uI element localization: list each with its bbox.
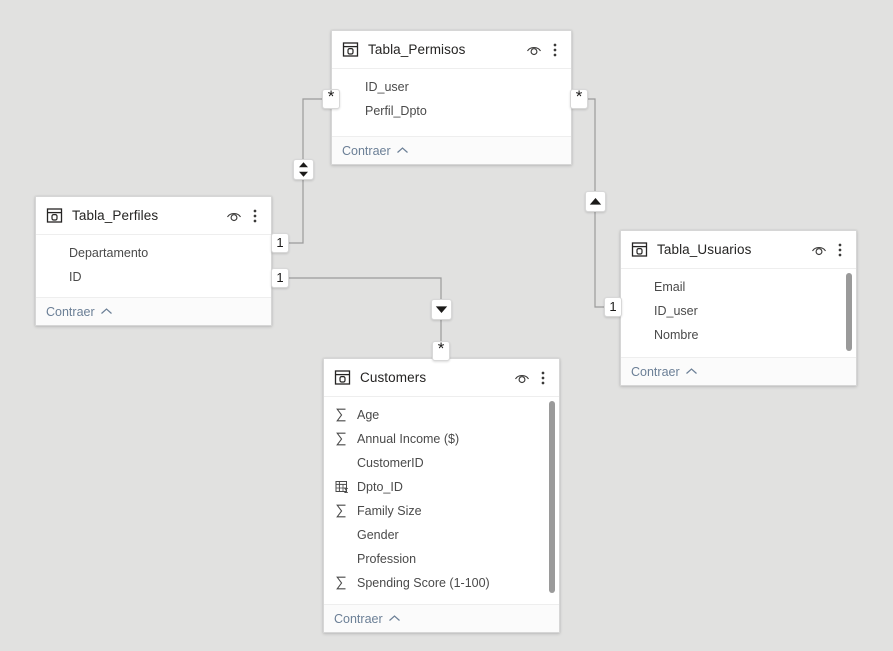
collapse-label: Contraer — [334, 611, 383, 626]
cardinality-badge-many[interactable]: * — [322, 88, 340, 109]
chevron-up-icon — [396, 146, 409, 155]
cardinality-badge-one[interactable]: 1 — [271, 268, 289, 288]
table-card-footer[interactable]: Contraer — [621, 357, 856, 385]
field-label: Annual Income ($) — [357, 432, 460, 446]
sigma-icon — [334, 408, 349, 423]
field-row[interactable]: Age — [324, 403, 559, 427]
cardinality-badge-one[interactable]: 1 — [604, 297, 622, 317]
eye-icon[interactable] — [223, 205, 245, 227]
field-list[interactable]: Departamento ID — [36, 235, 271, 297]
chevron-up-icon — [100, 307, 113, 316]
field-list[interactable]: ID_user Perfil_Dpto — [332, 69, 571, 136]
collapse-label: Contraer — [631, 364, 680, 379]
eye-icon[interactable] — [511, 367, 533, 389]
field-label: CustomerID — [357, 456, 424, 470]
table-card-footer[interactable]: Contraer — [324, 604, 559, 632]
both-directions-icon — [299, 162, 308, 177]
field-list-scrollbar[interactable] — [549, 401, 555, 593]
field-row[interactable]: CustomerID — [324, 451, 559, 475]
field-label: Perfil_Dpto — [365, 104, 427, 118]
arrow-down-icon — [435, 306, 448, 313]
field-list[interactable]: Email ID_user Nombre — [621, 269, 856, 357]
field-label: Spending Score (1-100) — [357, 576, 490, 590]
eye-icon[interactable] — [523, 39, 545, 61]
more-options-icon[interactable] — [547, 39, 563, 61]
table-card-title: Tabla_Perfiles — [72, 208, 159, 223]
field-row[interactable]: Perfil_Dpto — [332, 99, 571, 123]
sigma-icon — [334, 504, 349, 519]
field-row[interactable]: Departamento — [36, 241, 271, 265]
field-label: Profession — [357, 552, 417, 566]
table-icon — [46, 207, 63, 224]
field-row[interactable]: ID — [36, 265, 271, 289]
cross-filter-arrow-down-icon[interactable] — [431, 299, 452, 320]
table-card-tabla-usuarios[interactable]: Tabla_Usuarios Email ID_user Nombre Cont… — [620, 230, 857, 386]
collapse-button[interactable]: Contraer — [342, 144, 409, 158]
field-label: Dpto_ID — [357, 480, 403, 494]
field-list-scrollbar[interactable] — [846, 273, 852, 351]
table-card-title: Tabla_Permisos — [368, 42, 466, 57]
field-row[interactable]: ID_user — [621, 299, 856, 323]
table-card-tabla-perfiles[interactable]: Tabla_Perfiles Departamento ID Contraer — [35, 196, 272, 326]
table-card-customers[interactable]: Customers Age Annual Income ($) Customer… — [323, 358, 560, 633]
more-options-icon[interactable] — [832, 239, 848, 261]
field-label: Family Size — [357, 504, 422, 518]
table-card-header[interactable]: Customers — [324, 359, 559, 397]
field-row[interactable]: ID_user — [332, 75, 571, 99]
table-card-footer[interactable]: Contraer — [332, 136, 571, 164]
model-diagram-canvas[interactable]: Tabla_Permisos ID_user Perfil_Dpto Contr… — [0, 0, 893, 651]
sigma-icon — [334, 432, 349, 447]
table-card-title: Tabla_Usuarios — [657, 242, 752, 257]
table-icon — [342, 41, 359, 58]
chevron-up-icon — [388, 614, 401, 623]
field-row[interactable]: Family Size — [324, 499, 559, 523]
table-icon — [631, 241, 648, 258]
cross-filter-both-directions-icon[interactable] — [293, 159, 314, 180]
table-card-footer[interactable]: Contraer — [36, 297, 271, 325]
field-row[interactable]: Profession — [324, 547, 559, 571]
field-label: Age — [357, 408, 380, 422]
eye-icon[interactable] — [808, 239, 830, 261]
cardinality-badge-one[interactable]: 1 — [271, 233, 289, 253]
cross-filter-arrow-up-icon[interactable] — [585, 191, 606, 212]
field-row[interactable]: Spending Score (1-100) — [324, 571, 559, 595]
cardinality-badge-many[interactable]: * — [432, 340, 450, 361]
collapse-button[interactable]: Contraer — [46, 305, 113, 319]
more-options-icon[interactable] — [247, 205, 263, 227]
field-row[interactable]: Gender — [324, 523, 559, 547]
table-card-header[interactable]: Tabla_Usuarios — [621, 231, 856, 269]
field-row[interactable]: Annual Income ($) — [324, 427, 559, 451]
table-card-header[interactable]: Tabla_Perfiles — [36, 197, 271, 235]
sigma-icon — [334, 576, 349, 591]
chevron-up-icon — [685, 367, 698, 376]
field-label: ID — [69, 270, 82, 284]
cardinality-badge-many[interactable]: * — [570, 88, 588, 109]
field-list[interactable]: Age Annual Income ($) CustomerID Dpto_ID… — [324, 397, 559, 604]
field-label: Gender — [357, 528, 399, 542]
field-row[interactable]: Email — [621, 275, 856, 299]
arrow-up-icon — [589, 198, 602, 205]
table-card-header[interactable]: Tabla_Permisos — [332, 31, 571, 69]
collapse-button[interactable]: Contraer — [334, 612, 401, 626]
field-label: ID_user — [365, 80, 409, 94]
table-icon — [334, 369, 351, 386]
table-card-tabla-permisos[interactable]: Tabla_Permisos ID_user Perfil_Dpto Contr… — [331, 30, 572, 165]
collapse-label: Contraer — [46, 304, 95, 319]
collapse-button[interactable]: Contraer — [631, 365, 698, 379]
table-card-title: Customers — [360, 370, 427, 385]
field-label: ID_user — [654, 304, 698, 318]
field-row[interactable]: Dpto_ID — [324, 475, 559, 499]
field-label: Departamento — [69, 246, 149, 260]
collapse-label: Contraer — [342, 143, 391, 158]
field-row[interactable]: Nombre — [621, 323, 856, 347]
field-label: Nombre — [654, 328, 699, 342]
more-options-icon[interactable] — [535, 367, 551, 389]
calculated-column-icon — [334, 480, 349, 495]
field-label: Email — [654, 280, 686, 294]
